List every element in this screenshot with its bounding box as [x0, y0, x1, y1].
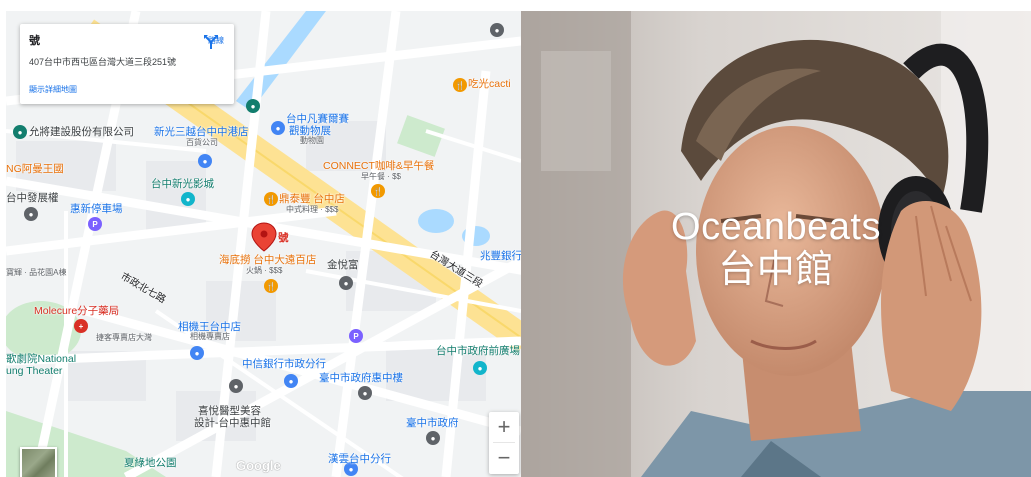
map-label: 台中凡賽爾賽 — [286, 113, 349, 125]
place-icon[interactable]: ● — [426, 431, 440, 445]
place-icon[interactable]: ● — [13, 125, 27, 139]
shopping-icon[interactable]: ● — [198, 154, 212, 168]
restaurant-icon[interactable]: 🍴 — [264, 192, 278, 206]
bank-icon[interactable]: ● — [190, 346, 204, 360]
map-label: ung Theater — [6, 365, 63, 377]
parking-icon[interactable]: P — [349, 329, 363, 343]
google-logo[interactable]: Google — [236, 458, 281, 473]
zoom-controls: + − — [489, 412, 519, 474]
restaurant-icon[interactable]: 🍴 — [264, 279, 278, 293]
map-label: 動物園 — [300, 136, 324, 145]
map-label: NG阿曼王國 — [6, 163, 64, 175]
place-info-card: 號 407台中市西屯區台灣大道三段251號 顯示詳細地圖 路線 — [20, 24, 234, 104]
hero-title-line2: 台中館 — [718, 249, 834, 291]
movie-icon[interactable]: ● — [181, 192, 195, 206]
place-icon[interactable]: ● — [246, 99, 260, 113]
map-label: 火鍋 · $$$ — [246, 266, 283, 275]
bank-icon[interactable]: ● — [284, 374, 298, 388]
place-icon[interactable]: ● — [339, 276, 353, 290]
map-label: 台中新光影城 — [151, 178, 214, 190]
directions-button[interactable]: 路線 — [203, 34, 229, 70]
directions-icon — [204, 35, 218, 49]
map-label: 漢雲台中分行 — [328, 453, 391, 465]
map-label: 海底撈 台中大遠百店 — [219, 254, 317, 266]
map-label: 兆豐銀行 — [480, 250, 521, 262]
parking-icon[interactable]: P — [88, 217, 102, 231]
hero-title: Oceanbeats 台中館 — [521, 206, 1031, 292]
marker-label: 號 — [278, 232, 289, 244]
map-label: 百貨公司 — [186, 138, 218, 147]
view-larger-map-link[interactable]: 顯示詳細地圖 — [29, 84, 77, 95]
restaurant-icon[interactable]: 🍴 — [453, 78, 467, 92]
map-label: 相機專賣店 — [190, 332, 230, 341]
map-label: 中式料理 · $$$ — [286, 205, 339, 214]
map-label: 寶輝 · 品花園A棟 — [6, 268, 67, 277]
hero-title-line1: Oceanbeats — [671, 206, 881, 248]
map-panel[interactable]: 🍴 🍴 🍴 🍴 ● ● ● ● ● P P + ● ● ● ● ● ● ● ● … — [6, 11, 521, 477]
map-label: 新光三越台中中港店 — [154, 126, 249, 138]
place-title: 號 — [29, 35, 40, 47]
map-label: 早午餐 · $$ — [361, 172, 402, 181]
map-label: 吃光cacti — [468, 78, 511, 90]
map-label: Molecure分子藥局 — [34, 305, 120, 317]
map-label: 鼎泰豐 台中店 — [279, 193, 345, 205]
shopping-icon[interactable]: ● — [271, 121, 285, 135]
map-label: 台中市政府前廣場 — [436, 345, 520, 357]
map-label: 臺中市政府 — [406, 417, 459, 429]
hero-image: Oceanbeats 台中館 — [521, 11, 1031, 477]
map-label: 臺中市政府惠中樓 — [319, 372, 403, 384]
map-label: 設計-台中惠中館 — [194, 417, 271, 429]
pharmacy-icon[interactable]: + — [74, 319, 88, 333]
place-address: 407台中市西屯區台灣大道三段251號 — [29, 57, 177, 67]
restaurant-icon[interactable]: 🍴 — [371, 184, 385, 198]
map-label: 歌劇院National — [6, 353, 77, 365]
map-label: 台中發展權 — [6, 192, 59, 204]
place-icon[interactable]: ● — [24, 207, 38, 221]
map-label: 中信銀行市政分行 — [242, 358, 326, 370]
zoom-in-button[interactable]: + — [489, 412, 519, 442]
map-label: 惠新停車場 — [70, 203, 123, 215]
map-label: 允將建設股份有限公司 — [29, 126, 134, 138]
place-icon[interactable]: ● — [490, 23, 504, 37]
zoom-out-button[interactable]: − — [489, 443, 519, 473]
map-label: 夏綠地公園 — [124, 457, 177, 469]
place-icon[interactable]: ● — [229, 379, 243, 393]
map-label: 喜悅醫型美容 — [198, 405, 261, 417]
place-icon[interactable]: ● — [358, 386, 372, 400]
satellite-toggle[interactable] — [20, 447, 57, 477]
place-icon[interactable]: ● — [473, 361, 487, 375]
map-label: CONNECT咖啡&早午餐 — [323, 160, 435, 172]
map-label: 金悅富 — [327, 259, 359, 271]
map-label: 捷客專賣店大灣 — [96, 333, 152, 342]
